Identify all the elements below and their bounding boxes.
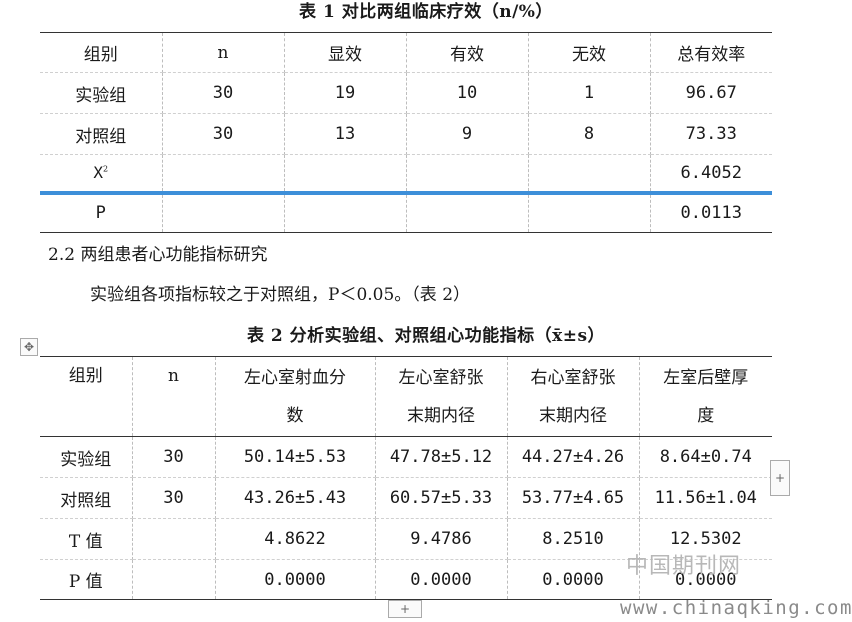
table-cell: 30 [131, 436, 216, 478]
table-cell [131, 559, 216, 600]
table-cell: 8.2510 [506, 518, 640, 560]
header-line1: 右心室舒张 [530, 367, 616, 388]
table-cell [161, 190, 285, 233]
header-line2: 度 [697, 405, 715, 426]
table-cell: 0.0000 [214, 559, 376, 600]
table2-header-cell: 左心室舒张 末期内径 [374, 356, 508, 437]
table-cell [283, 190, 407, 233]
table-cell: 19 [283, 72, 407, 114]
plus-icon: + [399, 602, 411, 616]
header-line2: 数 [286, 405, 304, 426]
table1-caption: 表 1 对比两组临床疗效（n/%） [299, 2, 553, 22]
chi-square-letter: X [93, 162, 104, 182]
table-cell: 73.33 [649, 113, 772, 155]
p-label: P [40, 190, 163, 233]
table-cell: 实验组 [40, 436, 133, 478]
table2-header-cell: 组别 [40, 356, 133, 437]
table2-header-cell: 左室后壁厚度 [638, 356, 772, 437]
chi-square-label: X2 [40, 154, 163, 193]
table-cell [527, 190, 651, 233]
table2-header-row: 组别 n 左心室射血分数 左心室舒张末期内径 右心室舒张末期内径 左室后壁厚度 [40, 356, 772, 437]
table-cell: 实验组 [40, 72, 163, 114]
table-row: P 0.0113 [40, 190, 772, 233]
plus-icon: + [774, 471, 786, 485]
table-cell: 11.56±1.04 [638, 477, 772, 519]
table1: 组别 n 显效 有效 无效 总有效率 实验组 30 19 10 1 96.67 … [40, 32, 772, 233]
watermark-url: www.chinaqking.com [620, 597, 852, 619]
table-cell: 对照组 [40, 477, 133, 519]
header-line2: 末期内径 [407, 405, 475, 426]
table-row: 实验组 30 50.14±5.53 47.78±5.12 44.27±4.26 … [40, 436, 772, 478]
add-column-button[interactable]: + [770, 460, 790, 496]
table-cell: T 值 [40, 518, 133, 560]
chi-square-superscript: 2 [103, 164, 109, 174]
table-cell: P 值 [40, 559, 133, 600]
table2-header-cell: 右心室舒张 末期内径 [506, 356, 640, 437]
table1-header-cell: 组别 [40, 32, 163, 73]
table-cell: 9 [405, 113, 529, 155]
table-cell: 30 [161, 113, 285, 155]
table-cell: 60.57±5.33 [374, 477, 508, 519]
table-cell [131, 518, 216, 560]
table-cell: 44.27±4.26 [506, 436, 640, 478]
table-cell: 0.0000 [374, 559, 508, 600]
table-cell [405, 190, 529, 233]
table-cell: 96.67 [649, 72, 772, 114]
table-cell: 8.64±0.74 [638, 436, 772, 478]
table-row: 对照组 30 13 9 8 73.33 [40, 113, 772, 155]
table1-header-cell: 有效 [405, 32, 529, 73]
table-cell [283, 154, 407, 193]
table-row: X2 6.4052 [40, 154, 772, 193]
table1-header-cell: 总有效率 [649, 32, 772, 73]
table-cell: 53.77±4.65 [506, 477, 640, 519]
table1-header-cell: 无效 [527, 32, 651, 73]
chi-square-value: 6.4052 [649, 154, 772, 193]
table-cell: 13 [283, 113, 407, 155]
table-cell [527, 154, 651, 193]
table-cell: 0.0000 [506, 559, 640, 600]
table2-header-cell: n [131, 356, 216, 437]
p-value: 0.0113 [649, 190, 772, 233]
header-line1: 组别 [68, 366, 103, 386]
table-cell [161, 154, 285, 193]
table-row: 实验组 30 19 10 1 96.67 [40, 72, 772, 114]
header-line1: 左心室舒张 [398, 367, 484, 388]
table-cell: 对照组 [40, 113, 163, 155]
table-cell: 9.4786 [374, 518, 508, 560]
table-cell: 10 [405, 72, 529, 114]
table-cell: 1 [527, 72, 651, 114]
table1-header-cell: 显效 [283, 32, 407, 73]
table-cell: 47.78±5.12 [374, 436, 508, 478]
table-cell [405, 154, 529, 193]
table2-caption: 表 2 分析实验组、对照组心功能指标（x̄±s） [246, 326, 606, 346]
table1-header-cell: n [161, 32, 285, 73]
table-cell: 4.8622 [214, 518, 376, 560]
watermark-cn: 中国期刊网 [626, 554, 742, 579]
header-line1: 左室后壁厚 [663, 367, 749, 388]
table-row: 对照组 30 43.26±5.43 60.57±5.33 53.77±4.65 … [40, 477, 772, 519]
add-row-button[interactable]: + [388, 600, 422, 618]
header-line1: n [168, 366, 179, 386]
table-cell: 43.26±5.43 [214, 477, 376, 519]
section-heading: 2.2 两组患者心功能指标研究 [48, 245, 268, 265]
table-cell: 30 [161, 72, 285, 114]
section-body: 实验组各项指标较之于对照组，P＜0.05。（表 2） [90, 285, 471, 305]
table-cell: 30 [131, 477, 216, 519]
table-cell: 50.14±5.53 [214, 436, 376, 478]
header-line1: 左心室射血分 [244, 367, 346, 388]
table-cell: 8 [527, 113, 651, 155]
table1-header-row: 组别 n 显效 有效 无效 总有效率 [40, 32, 772, 73]
header-line2: 末期内径 [539, 405, 607, 426]
table2-header-cell: 左心室射血分数 [214, 356, 376, 437]
